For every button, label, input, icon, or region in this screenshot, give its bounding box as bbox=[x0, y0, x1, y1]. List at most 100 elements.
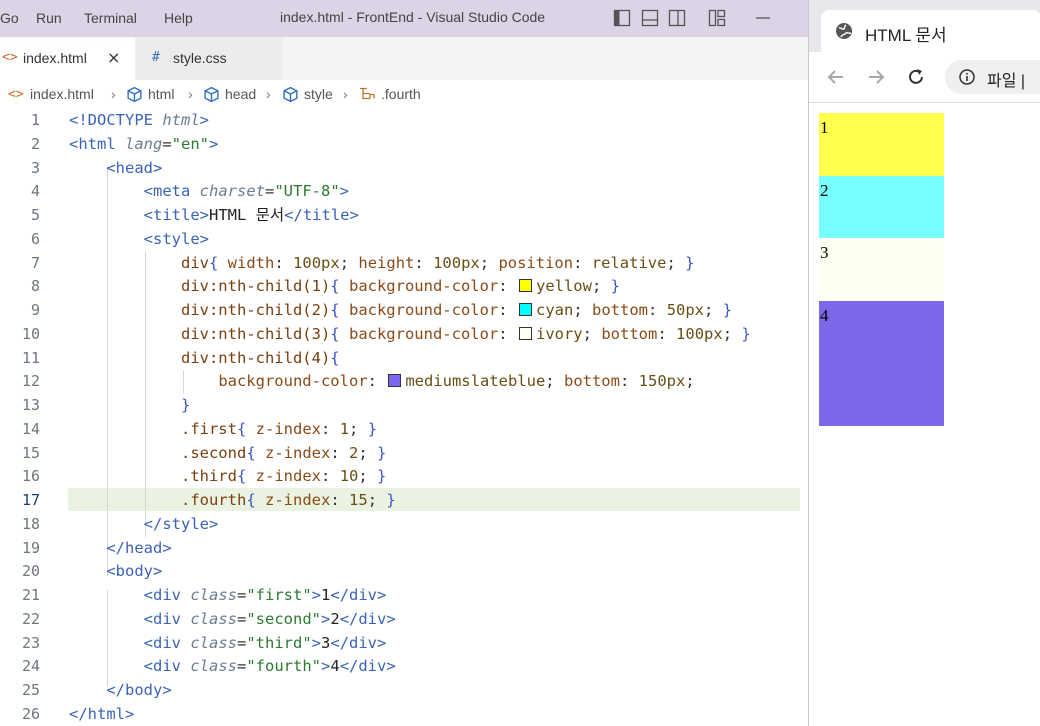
tab-label: index.html bbox=[23, 50, 87, 66]
breadcrumb-item-html[interactable]: html bbox=[148, 86, 174, 102]
toggle-secondary-sidebar-icon[interactable] bbox=[668, 9, 686, 27]
code-editor[interactable]: 1 2 3 4 5 6 7 8 9 10 11 12 13 14 15 16 1… bbox=[0, 108, 808, 726]
menu-run[interactable]: Run bbox=[36, 10, 62, 26]
address-text: 파일 | bbox=[987, 73, 1026, 90]
breadcrumb-item-fourth[interactable]: .fourth bbox=[381, 86, 421, 102]
line-number: 7 bbox=[30, 254, 40, 272]
window-title: index.html - FrontEnd - Visual Studio Co… bbox=[280, 9, 546, 25]
tab-label: style.css bbox=[173, 50, 227, 66]
line-number: 11 bbox=[21, 349, 40, 367]
breadcrumb: <> index.html › html › head › style › .f… bbox=[0, 80, 808, 108]
css-file-icon: # bbox=[152, 50, 160, 65]
html-file-icon: <> bbox=[8, 87, 24, 102]
reload-icon[interactable] bbox=[905, 66, 927, 88]
line-number: 20 bbox=[21, 562, 40, 580]
editor-tab-bar: <> index.html × # style.css bbox=[0, 37, 808, 80]
code-line: <meta charset="UTF-8"> bbox=[143, 182, 349, 200]
breadcrumb-item-style[interactable]: style bbox=[304, 86, 333, 102]
box-label: 4 bbox=[820, 306, 829, 325]
code-line: </body> bbox=[106, 681, 172, 699]
forward-arrow-icon[interactable] bbox=[865, 66, 887, 88]
code-line: </head> bbox=[106, 539, 172, 557]
breadcrumb-item-head[interactable]: head bbox=[225, 86, 256, 102]
code-line: div:nth-child(3){ background-color: ivor… bbox=[180, 325, 751, 343]
line-number: 9 bbox=[30, 301, 40, 319]
code-line: </html> bbox=[69, 705, 135, 723]
code-line: div:nth-child(2){ background-color: cyan… bbox=[180, 301, 733, 319]
browser-window: HTML 문서 파일 | 1 2 3 4 bbox=[808, 0, 1040, 726]
line-number: 13 bbox=[21, 396, 40, 414]
code-line: <style> bbox=[143, 230, 209, 248]
code-line: <div class="fourth">4</div> bbox=[143, 657, 396, 675]
tab-style-css[interactable]: # style.css bbox=[136, 37, 282, 80]
color-swatch[interactable] bbox=[518, 327, 532, 340]
code-line: <div class="second">2</div> bbox=[143, 610, 396, 628]
page-viewport: 1 2 3 4 bbox=[809, 103, 1040, 726]
menu-help[interactable]: Help bbox=[164, 10, 193, 26]
color-swatch[interactable] bbox=[388, 374, 402, 387]
chevron-right-icon: › bbox=[266, 86, 271, 102]
browser-tab-title: HTML 문서 bbox=[865, 26, 947, 45]
chevron-right-icon: › bbox=[111, 86, 116, 102]
line-number: 4 bbox=[30, 182, 40, 200]
toggle-primary-sidebar-icon[interactable] bbox=[613, 9, 631, 27]
line-number: 5 bbox=[30, 206, 40, 224]
element-icon bbox=[282, 86, 299, 106]
code-line: <head> bbox=[106, 159, 163, 177]
line-number: 10 bbox=[21, 325, 40, 343]
line-number: 3 bbox=[30, 159, 40, 177]
code-line: <!DOCTYPE html> bbox=[69, 111, 209, 129]
box-fourth: 4 bbox=[819, 301, 944, 426]
color-swatch[interactable] bbox=[518, 303, 532, 316]
menu-go[interactable]: Go bbox=[0, 10, 19, 26]
address-bar[interactable]: 파일 | bbox=[945, 60, 1040, 94]
line-number: 12 bbox=[21, 372, 40, 390]
line-number: 22 bbox=[21, 610, 40, 628]
menu-terminal[interactable]: Terminal bbox=[84, 10, 137, 26]
code-line: } bbox=[180, 396, 191, 414]
line-number: 23 bbox=[21, 634, 40, 652]
code-line: div{ width: 100px; height: 100px; positi… bbox=[180, 254, 695, 272]
element-icon bbox=[126, 86, 143, 106]
line-number: 16 bbox=[21, 467, 40, 485]
code-line: .first{ z-index: 1; } bbox=[180, 420, 378, 438]
browser-tab-strip: HTML 문서 bbox=[809, 0, 1040, 52]
chevron-right-icon: › bbox=[188, 86, 193, 102]
line-number: 25 bbox=[21, 681, 40, 699]
code-line: .third{ z-index: 10; } bbox=[180, 467, 387, 485]
code-line: .fourth{ z-index: 15; } bbox=[180, 491, 396, 509]
line-number: 8 bbox=[30, 277, 40, 295]
globe-icon bbox=[835, 22, 853, 40]
title-bar: Go Run Terminal Help index.html - FrontE… bbox=[0, 0, 808, 37]
box-second: 2 bbox=[819, 176, 944, 238]
color-swatch[interactable] bbox=[518, 279, 532, 292]
toggle-panel-icon[interactable] bbox=[641, 9, 659, 27]
code-line: <title>HTML 문서</title> bbox=[143, 206, 359, 224]
line-number: 21 bbox=[21, 586, 40, 604]
code-line: div:nth-child(4){ bbox=[180, 349, 340, 367]
tab-index-html[interactable]: <> index.html × bbox=[0, 37, 135, 80]
back-arrow-icon[interactable] bbox=[825, 66, 847, 88]
element-icon bbox=[203, 86, 220, 106]
code-line: <div class="third">3</div> bbox=[143, 634, 387, 652]
box-first: 1 bbox=[819, 113, 944, 176]
code-line: <body> bbox=[106, 562, 163, 580]
customize-layout-icon[interactable] bbox=[708, 9, 726, 27]
code-line: <div class="first">1</div> bbox=[143, 586, 387, 604]
line-number: 17 bbox=[21, 491, 40, 509]
html-file-icon: <> bbox=[2, 50, 18, 65]
vscode-window: Go Run Terminal Help index.html - FrontE… bbox=[0, 0, 808, 726]
code-line: </style> bbox=[143, 515, 219, 533]
minimize-icon[interactable] bbox=[754, 9, 772, 27]
close-icon[interactable]: × bbox=[107, 48, 120, 67]
line-number: 18 bbox=[21, 515, 40, 533]
info-icon[interactable] bbox=[959, 69, 975, 85]
line-number: 19 bbox=[21, 539, 40, 557]
code-line: <html lang="en"> bbox=[69, 135, 219, 153]
line-number: 6 bbox=[30, 230, 40, 248]
code-line: .second{ z-index: 2; } bbox=[180, 444, 387, 462]
line-number: 14 bbox=[21, 420, 40, 438]
box-label: 1 bbox=[820, 118, 829, 137]
line-number: 26 bbox=[21, 705, 40, 723]
breadcrumb-item-index-html[interactable]: index.html bbox=[30, 86, 94, 102]
